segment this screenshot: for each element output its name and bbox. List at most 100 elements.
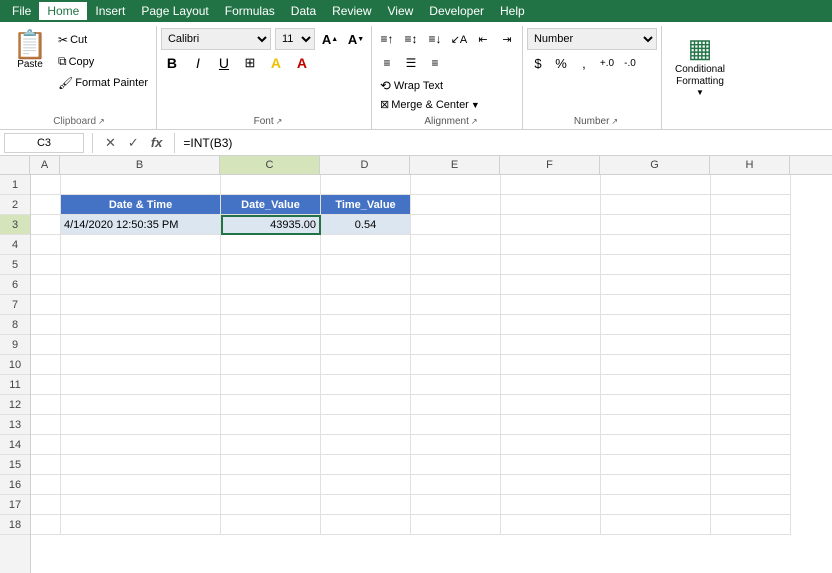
cell-d9[interactable] <box>321 335 411 355</box>
menu-view[interactable]: View <box>380 2 422 20</box>
cell-g7[interactable] <box>601 295 711 315</box>
cell-f17[interactable] <box>501 495 601 515</box>
cell-b3[interactable]: 4/14/2020 12:50:35 PM <box>61 215 221 235</box>
cell-f11[interactable] <box>501 375 601 395</box>
align-top-button[interactable]: ≡↑ <box>376 28 398 50</box>
cell-b13[interactable] <box>61 415 221 435</box>
row-number-14[interactable]: 14 <box>0 435 30 455</box>
cell-e13[interactable] <box>411 415 501 435</box>
col-header-f[interactable]: F <box>500 156 600 174</box>
menu-review[interactable]: Review <box>324 2 379 20</box>
align-bottom-button[interactable]: ≡↓ <box>424 28 446 50</box>
cell-f8[interactable] <box>501 315 601 335</box>
italic-button[interactable]: I <box>187 52 209 74</box>
cell-e8[interactable] <box>411 315 501 335</box>
cell-b18[interactable] <box>61 515 221 535</box>
cell-g9[interactable] <box>601 335 711 355</box>
cell-h2[interactable] <box>711 195 791 215</box>
align-right-button[interactable]: ≡ <box>424 52 446 74</box>
format-painter-button[interactable]: 🖌 Format Painter <box>54 73 152 93</box>
cell-b12[interactable] <box>61 395 221 415</box>
cell-d13[interactable] <box>321 415 411 435</box>
cell-a6[interactable] <box>31 275 61 295</box>
cell-h5[interactable] <box>711 255 791 275</box>
cell-g11[interactable] <box>601 375 711 395</box>
cell-a7[interactable] <box>31 295 61 315</box>
row-number-1[interactable]: 1 <box>0 175 30 195</box>
cell-h4[interactable] <box>711 235 791 255</box>
dollar-button[interactable]: $ <box>527 52 549 74</box>
cell-f12[interactable] <box>501 395 601 415</box>
cell-b4[interactable] <box>61 235 221 255</box>
conditional-formatting-dropdown-icon[interactable]: ▼ <box>696 88 704 97</box>
cell-a1[interactable] <box>31 175 61 195</box>
cell-g8[interactable] <box>601 315 711 335</box>
cell-g10[interactable] <box>601 355 711 375</box>
cell-a2[interactable] <box>31 195 61 215</box>
cell-b10[interactable] <box>61 355 221 375</box>
cell-d15[interactable] <box>321 455 411 475</box>
cell-h18[interactable] <box>711 515 791 535</box>
cell-c13[interactable] <box>221 415 321 435</box>
col-header-a[interactable]: A <box>30 156 60 174</box>
cell-h7[interactable] <box>711 295 791 315</box>
cell-d3[interactable]: 0.54 <box>321 215 411 235</box>
row-number-13[interactable]: 13 <box>0 415 30 435</box>
cell-c1[interactable] <box>221 175 321 195</box>
cell-e9[interactable] <box>411 335 501 355</box>
font-expand-icon[interactable]: ↗ <box>276 117 283 126</box>
menu-insert[interactable]: Insert <box>87 2 133 20</box>
decrease-decimal-button[interactable]: -.0 <box>619 52 641 74</box>
underline-button[interactable]: U <box>213 52 235 74</box>
cell-e6[interactable] <box>411 275 501 295</box>
cell-f5[interactable] <box>501 255 601 275</box>
cell-a16[interactable] <box>31 475 61 495</box>
cell-e1[interactable] <box>411 175 501 195</box>
cell-c9[interactable] <box>221 335 321 355</box>
cell-a8[interactable] <box>31 315 61 335</box>
cell-h3[interactable] <box>711 215 791 235</box>
cell-b1[interactable] <box>61 175 221 195</box>
cell-b17[interactable] <box>61 495 221 515</box>
cell-g3[interactable] <box>601 215 711 235</box>
row-number-8[interactable]: 8 <box>0 315 30 335</box>
percent-button[interactable]: % <box>550 52 572 74</box>
cell-f13[interactable] <box>501 415 601 435</box>
cell-e18[interactable] <box>411 515 501 535</box>
confirm-formula-button[interactable]: ✓ <box>124 132 143 154</box>
cell-a12[interactable] <box>31 395 61 415</box>
cell-a3[interactable] <box>31 215 61 235</box>
cell-h11[interactable] <box>711 375 791 395</box>
cell-d11[interactable] <box>321 375 411 395</box>
align-middle-button[interactable]: ≡↕ <box>400 28 422 50</box>
cell-c3[interactable]: 43935.00 <box>221 215 321 235</box>
cell-b7[interactable] <box>61 295 221 315</box>
cell-g1[interactable] <box>601 175 711 195</box>
paste-button[interactable]: 📋 Paste <box>6 26 54 75</box>
cell-a18[interactable] <box>31 515 61 535</box>
cell-c17[interactable] <box>221 495 321 515</box>
cell-d12[interactable] <box>321 395 411 415</box>
cell-d6[interactable] <box>321 275 411 295</box>
indent-increase-button[interactable]: ⇥ <box>496 28 518 50</box>
indent-decrease-button[interactable]: ⇤ <box>472 28 494 50</box>
cell-a13[interactable] <box>31 415 61 435</box>
cell-h15[interactable] <box>711 455 791 475</box>
cell-c18[interactable] <box>221 515 321 535</box>
row-number-11[interactable]: 11 <box>0 375 30 395</box>
cell-b5[interactable] <box>61 255 221 275</box>
cell-b9[interactable] <box>61 335 221 355</box>
cell-d18[interactable] <box>321 515 411 535</box>
cell-e17[interactable] <box>411 495 501 515</box>
cell-a5[interactable] <box>31 255 61 275</box>
cell-c14[interactable] <box>221 435 321 455</box>
cell-g18[interactable] <box>601 515 711 535</box>
cell-f4[interactable] <box>501 235 601 255</box>
increase-decimal-button[interactable]: +.0 <box>596 52 618 74</box>
cell-a17[interactable] <box>31 495 61 515</box>
decrease-font-button[interactable]: A▼ <box>345 28 367 50</box>
row-number-10[interactable]: 10 <box>0 355 30 375</box>
row-number-17[interactable]: 17 <box>0 495 30 515</box>
row-number-3[interactable]: 3 <box>0 215 30 235</box>
cell-h12[interactable] <box>711 395 791 415</box>
